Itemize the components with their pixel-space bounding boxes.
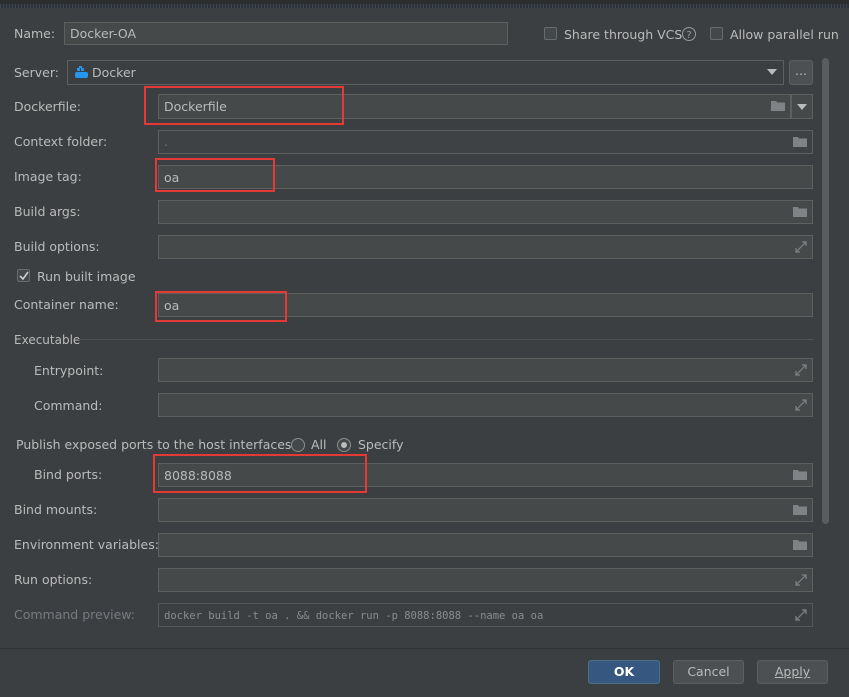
- entrypoint-label: Entrypoint:: [34, 363, 104, 378]
- container-name-label: Container name:: [14, 297, 119, 312]
- folder-icon[interactable]: [793, 504, 807, 515]
- folder-icon[interactable]: [793, 469, 807, 480]
- run-options-label: Run options:: [14, 572, 93, 587]
- svg-text:?: ?: [686, 30, 691, 41]
- highlight-image-tag: [155, 158, 275, 192]
- ok-button[interactable]: OK: [588, 660, 660, 684]
- footer-separator: [0, 648, 849, 649]
- allow-parallel-label: Allow parallel run: [730, 27, 839, 42]
- run-built-image-checkbox[interactable]: [17, 269, 30, 282]
- bind-ports-label: Bind ports:: [34, 467, 103, 482]
- radio-specify-label: Specify: [358, 437, 404, 452]
- dockerfile-dropdown-button[interactable]: [791, 94, 813, 119]
- run-built-image-label: Run built image: [37, 269, 136, 284]
- image-tag-label: Image tag:: [14, 169, 82, 184]
- build-options-label: Build options:: [14, 239, 100, 254]
- chevron-down-icon: [767, 69, 777, 75]
- highlight-container-name: [155, 291, 287, 322]
- checkmark-icon: [19, 271, 29, 281]
- allow-parallel-checkbox[interactable]: [710, 27, 723, 40]
- expand-icon[interactable]: [794, 398, 808, 412]
- command-label: Command:: [34, 398, 103, 413]
- command-input[interactable]: [158, 393, 813, 417]
- dockerfile-label: Dockerfile:: [14, 99, 82, 114]
- context-folder-input[interactable]: .: [158, 130, 813, 154]
- folder-icon[interactable]: [793, 539, 807, 550]
- folder-icon[interactable]: [771, 100, 785, 111]
- name-input[interactable]: Docker-OA: [64, 22, 508, 45]
- docker-icon: [75, 66, 88, 78]
- name-label: Name:: [14, 26, 56, 41]
- server-more-button[interactable]: ...: [789, 60, 813, 85]
- publish-ports-label: Publish exposed ports to the host interf…: [16, 437, 296, 452]
- expand-icon[interactable]: [794, 240, 808, 254]
- window-top-band: [0, 0, 849, 8]
- command-preview-label: Command preview:: [14, 607, 136, 622]
- build-args-input[interactable]: [158, 200, 813, 224]
- chevron-down-icon: [797, 104, 807, 110]
- env-vars-label: Environment variables:: [14, 537, 159, 552]
- radio-all[interactable]: [291, 438, 305, 452]
- apply-button[interactable]: Apply: [757, 660, 828, 684]
- executable-section-title: Executable: [14, 333, 81, 347]
- server-select[interactable]: Docker: [67, 60, 784, 85]
- server-label: Server:: [14, 65, 59, 80]
- radio-specify[interactable]: [337, 438, 351, 452]
- bind-mounts-label: Bind mounts:: [14, 502, 98, 517]
- help-icon[interactable]: ?: [681, 26, 697, 42]
- folder-icon[interactable]: [793, 206, 807, 217]
- folder-icon[interactable]: [793, 136, 807, 147]
- command-preview-value: docker build -t oa . && docker run -p 80…: [164, 610, 544, 622]
- build-args-label: Build args:: [14, 204, 81, 219]
- cancel-button[interactable]: Cancel: [673, 660, 744, 684]
- context-folder-value: .: [164, 134, 168, 149]
- expand-icon[interactable]: [794, 363, 808, 377]
- name-value: Docker-OA: [70, 26, 136, 41]
- command-preview-field: docker build -t oa . && docker run -p 80…: [158, 603, 813, 627]
- share-vcs-label: Share through VCS: [564, 27, 683, 42]
- share-vcs-checkbox[interactable]: [544, 27, 557, 40]
- env-vars-input[interactable]: [158, 533, 813, 557]
- build-options-input[interactable]: [158, 235, 813, 259]
- server-value: Docker: [92, 65, 136, 80]
- highlight-dockerfile: [144, 86, 344, 125]
- bind-mounts-input[interactable]: [158, 498, 813, 522]
- run-options-input[interactable]: [158, 568, 813, 592]
- entrypoint-input[interactable]: [158, 358, 813, 382]
- context-folder-label: Context folder:: [14, 134, 108, 149]
- expand-icon[interactable]: [794, 573, 808, 587]
- executable-separator: [78, 339, 813, 340]
- radio-all-label: All: [311, 437, 327, 452]
- highlight-bind-ports: [153, 454, 367, 493]
- scrollbar[interactable]: [822, 58, 829, 524]
- expand-icon[interactable]: [794, 608, 808, 622]
